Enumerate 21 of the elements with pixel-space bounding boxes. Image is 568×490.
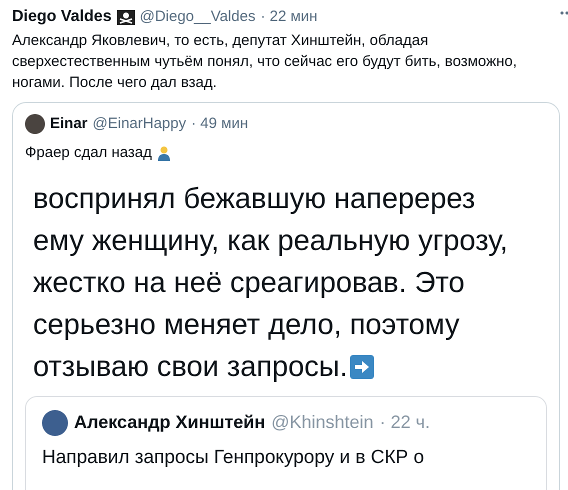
inner-quote-card[interactable]: Александр Хинштейн @Khinshtein · 22 ч. Направил запросы Генпрокурору и в СКР о [25, 396, 547, 490]
author-handle: @EinarHappy [92, 114, 186, 134]
inner-quote-text: Направил запросы Генпрокурору и в СКР о [42, 446, 426, 470]
author-handle: @Diego__Valdes [140, 6, 256, 27]
post-time: · 22 ч. [380, 411, 430, 434]
person-emoji-icon [156, 144, 172, 161]
author-handle: @Khinshtein [271, 411, 374, 434]
avatar [25, 114, 45, 134]
author-name: Diego Valdes [12, 7, 112, 27]
avatar [42, 410, 68, 436]
more-icon[interactable] [560, 11, 568, 15]
arrow-emoji-icon [350, 355, 374, 379]
tweet-text: Александр Яковлевич, то есть, депутат Хинштейн, обладая сверхестественным чутьём понял, что сейчас его будут бить, возможно, ногами. После чего дал взад. [12, 31, 518, 93]
screenshot-text: воспринял бежавшую наперерез ему женщину, как реальную угрозу, жестко на неё среагировав. Это серьезно меняет дело, поэтому отзываю свои запросы. [33, 182, 509, 385]
post-time: · 49 мин [191, 114, 248, 134]
quoted-tweet-card[interactable] [12, 102, 560, 490]
author-name: Александр Хинштейн [74, 411, 266, 434]
post-time: · 22 мин [260, 6, 318, 27]
author-name: Einar [50, 114, 88, 134]
pirate-flag-icon [116, 10, 135, 24]
quoted-text: Фраер сдал назад [25, 142, 152, 162]
